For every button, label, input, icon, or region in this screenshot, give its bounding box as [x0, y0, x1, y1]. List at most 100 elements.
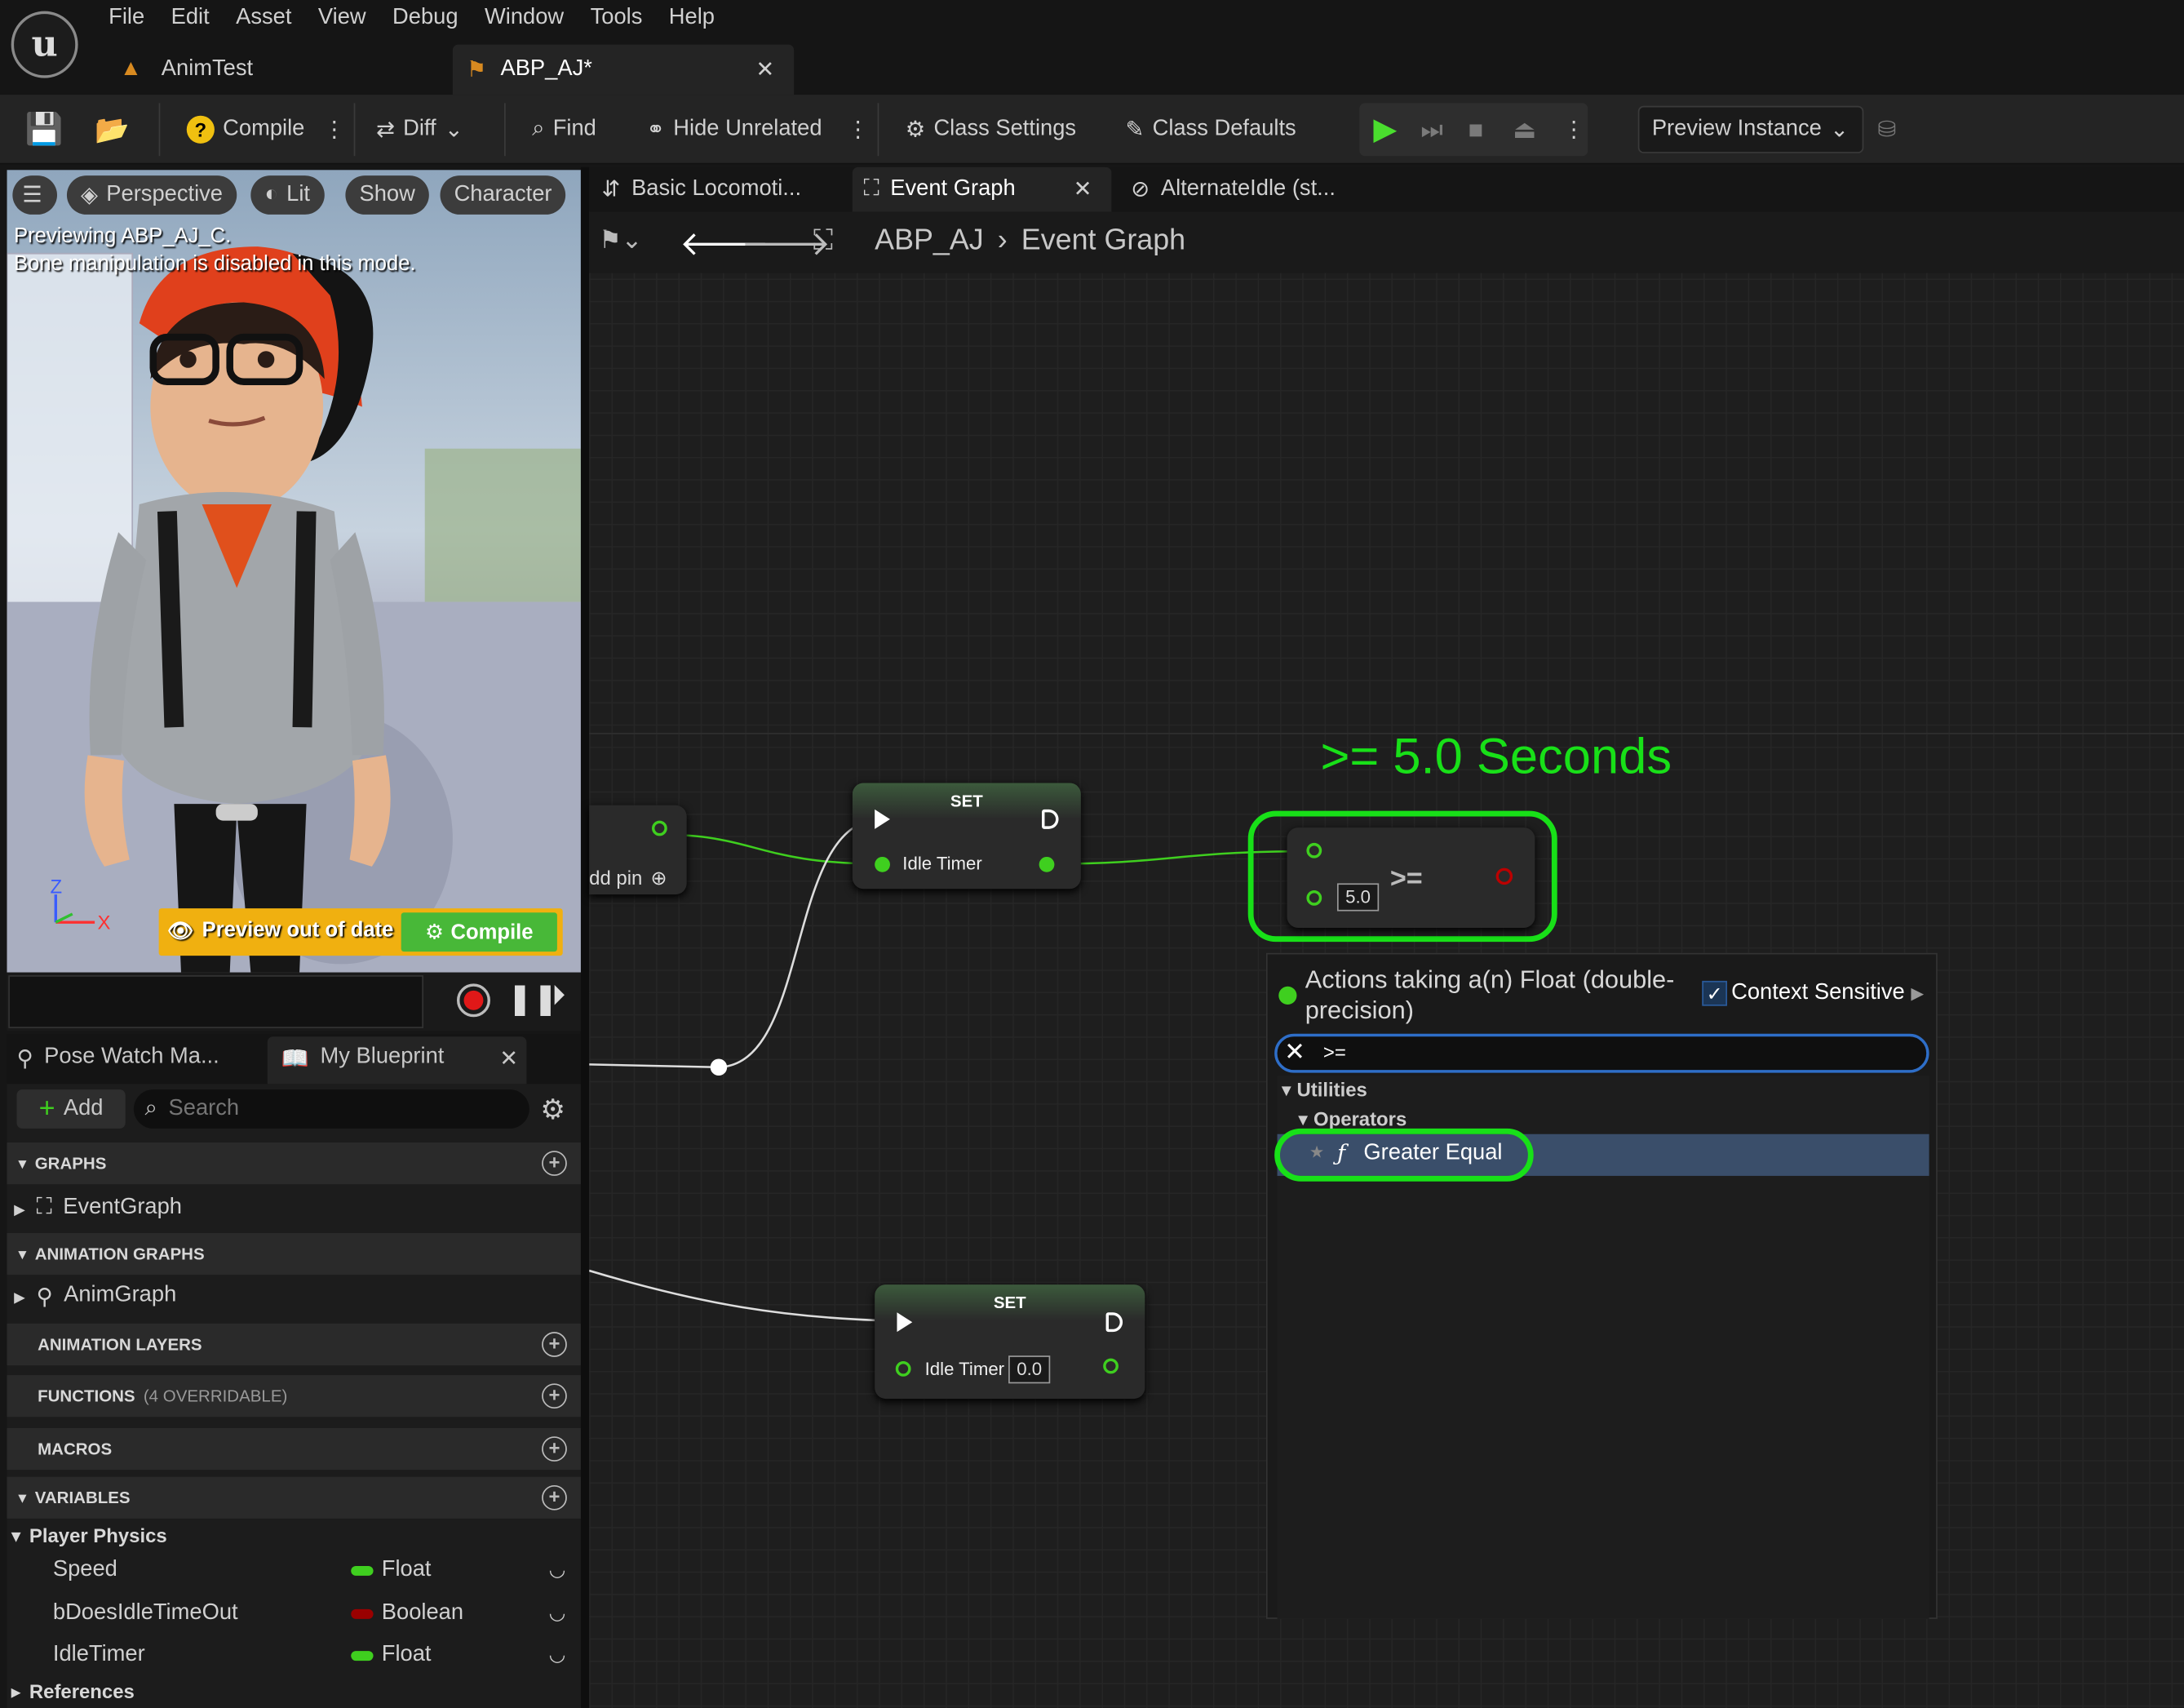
idle-timer-input-pin[interactable] [875, 856, 890, 872]
doc-tab-animtest[interactable]: ▲ AnimTest [109, 45, 443, 95]
tab-event-graph[interactable]: ⛶ Event Graph ✕ [852, 166, 1112, 212]
eject-icon[interactable]: ⏏ [1513, 109, 1536, 150]
event-graph-item[interactable]: ▸ ⛶ EventGraph [14, 1196, 182, 1223]
exec-in-pin[interactable] [875, 809, 890, 829]
menu-file[interactable]: File [109, 6, 162, 31]
character-button[interactable]: Character [440, 175, 566, 215]
eye-closed-icon[interactable]: ◡ [549, 1601, 566, 1625]
output-pin[interactable] [652, 820, 667, 836]
breadcrumb-root[interactable]: ABP_AJ [875, 224, 984, 258]
variable-type-speed[interactable]: Float [382, 1558, 432, 1583]
add-anim-layer-icon[interactable]: + [542, 1332, 567, 1357]
variable-type-bdoesidletimeout[interactable]: Boolean [382, 1601, 463, 1626]
step-forward-icon[interactable]: ⏵ [552, 981, 565, 1013]
variable-name-idletimer[interactable]: IdleTimer [53, 1643, 145, 1668]
compare-output-pin[interactable] [1495, 867, 1513, 885]
compare-input-a-pin[interactable] [1306, 842, 1322, 858]
add-function-icon[interactable]: + [542, 1383, 567, 1409]
play-icon[interactable]: ▶ [1373, 109, 1397, 150]
menu-view[interactable]: View [318, 6, 383, 31]
add-pin[interactable]: dd pin ⊕ [589, 867, 667, 890]
close-tab-icon[interactable]: ✕ [755, 55, 774, 83]
category-utilities[interactable]: ▾ Utilities [1282, 1078, 1367, 1102]
event-graph-icon: ⛶ [36, 1195, 52, 1219]
tab-pose-watch[interactable]: ⚲ Pose Watch Ma... [16, 1045, 219, 1072]
save-icon[interactable]: 💾 [25, 109, 64, 150]
search-input[interactable] [168, 1096, 490, 1122]
hide-unrelated-button[interactable]: ⚭ Hide Unrelated [646, 109, 822, 150]
diff-button[interactable]: ⇄ Diff ⌄ [376, 109, 463, 150]
class-settings-button[interactable]: ⚙ Class Settings [906, 109, 1076, 150]
compile-options-icon[interactable]: ⋮ [323, 109, 345, 150]
menu-edit[interactable]: Edit [171, 6, 227, 31]
animation-layers-section-header[interactable]: ANIMATION LAYERS + [7, 1323, 581, 1366]
eye-closed-icon[interactable]: ◡ [549, 1643, 566, 1666]
viewport-menu-icon[interactable]: ☰ [12, 175, 57, 215]
bookmark-icon[interactable]: ⚑⌄ [599, 226, 642, 255]
splitter[interactable] [580, 166, 590, 1708]
preview-out-of-date: 👁 Preview out of date [167, 918, 394, 943]
variables-section-header[interactable]: ▾ VARIABLES + [7, 1476, 581, 1519]
idle-timer-value-field[interactable]: 0.0 [1008, 1355, 1051, 1384]
lit-button[interactable]: ◐ Lit [250, 175, 325, 215]
search-field[interactable]: ⌕ [133, 1089, 529, 1129]
animation-graphs-section-header[interactable]: ▾ ANIMATION GRAPHS [7, 1232, 581, 1275]
play-options-icon[interactable]: ⋮ [1563, 109, 1585, 150]
breadcrumb-current[interactable]: Event Graph [1021, 224, 1185, 258]
clear-search-icon[interactable]: ✕ [1284, 1038, 1305, 1067]
add-variable-icon[interactable]: + [542, 1484, 567, 1511]
menu-tools[interactable]: Tools [591, 6, 659, 31]
macros-section-header[interactable]: MACROS + [7, 1427, 581, 1471]
add-graph-icon[interactable]: + [542, 1151, 567, 1176]
add-button[interactable]: + Add [16, 1089, 126, 1129]
compile-button[interactable]: ? Compile [186, 109, 304, 150]
tab-basic-locomotion[interactable]: ⇵ Basic Locomoti... [591, 167, 844, 212]
menu-asset[interactable]: Asset [236, 6, 308, 31]
stop-icon[interactable]: ■ [1468, 109, 1483, 150]
viewport-compile-button[interactable]: ⚙ Compile [401, 912, 557, 952]
more-options-icon[interactable]: ⋮ [847, 109, 869, 150]
class-defaults-button[interactable]: ✎ Class Defaults [1125, 109, 1296, 150]
frame-skip-icon[interactable]: ⏭ [1420, 109, 1443, 150]
timeline-scrubber[interactable] [8, 975, 424, 1028]
perspective-button[interactable]: ◈ Perspective [66, 175, 237, 215]
compare-value-field[interactable]: 5.0 [1336, 883, 1380, 912]
variable-type-idletimer[interactable]: Float [382, 1643, 432, 1668]
preview-viewport[interactable] [7, 170, 581, 973]
browse-icon[interactable]: 📂 [95, 109, 130, 150]
context-sensitive-checkbox[interactable]: ✓ [1702, 980, 1728, 1006]
favorite-star-icon[interactable]: ★ [1309, 1142, 1324, 1162]
unreal-logo-icon[interactable]: u [11, 11, 78, 78]
expand-right-icon[interactable]: ▶ [1911, 983, 1924, 1003]
debug-filter-icon[interactable]: ⛁ [1877, 109, 1896, 150]
exec-in-pin[interactable] [897, 1312, 913, 1333]
variable-category-references[interactable]: ▸ References [11, 1680, 135, 1704]
variable-name-bdoesidletimeout[interactable]: bDoesIdleTimeOut [53, 1601, 238, 1626]
eye-closed-icon[interactable]: ◡ [549, 1558, 566, 1582]
doc-tab-abp-aj[interactable]: ⚑ ABP_AJ* ✕ [452, 44, 795, 95]
graphs-section-header[interactable]: ▾ GRAPHS + [7, 1142, 581, 1185]
tab-alternate-idle[interactable]: ⊘ AlternateIdle (st... [1120, 167, 1357, 212]
functions-section-header[interactable]: FUNCTIONS (4 OVERRIDABLE) + [7, 1375, 581, 1417]
add-macro-icon[interactable]: + [542, 1436, 567, 1462]
idle-timer-output-pin[interactable] [1103, 1358, 1119, 1374]
close-tab-icon[interactable]: ✕ [1074, 175, 1092, 203]
find-button[interactable]: ⌕ Find [532, 109, 596, 150]
record-icon[interactable] [456, 983, 490, 1018]
anim-graph-item[interactable]: ▸ ⚲ AnimGraph [14, 1283, 176, 1311]
show-button[interactable]: Show [345, 175, 429, 215]
close-tab-icon[interactable]: ✕ [499, 1045, 518, 1072]
pause-icon[interactable]: ❚❚ [507, 981, 558, 1017]
anim-blueprint-icon: ⚑ [466, 58, 487, 82]
menu-window[interactable]: Window [485, 6, 581, 31]
idle-timer-input-pin[interactable] [895, 1361, 911, 1377]
variable-category-player-physics[interactable]: ▾ Player Physics [11, 1524, 167, 1548]
menu-debug[interactable]: Debug [392, 6, 475, 31]
variable-name-speed[interactable]: Speed [53, 1558, 117, 1583]
idle-timer-output-pin[interactable] [1039, 856, 1055, 872]
action-search-input[interactable] [1322, 1040, 1881, 1063]
eye-icon: 👁 [166, 919, 194, 943]
menu-help[interactable]: Help [669, 6, 732, 31]
compare-input-b-pin[interactable] [1306, 889, 1322, 906]
settings-gear-icon[interactable]: ⚙ [540, 1092, 565, 1127]
